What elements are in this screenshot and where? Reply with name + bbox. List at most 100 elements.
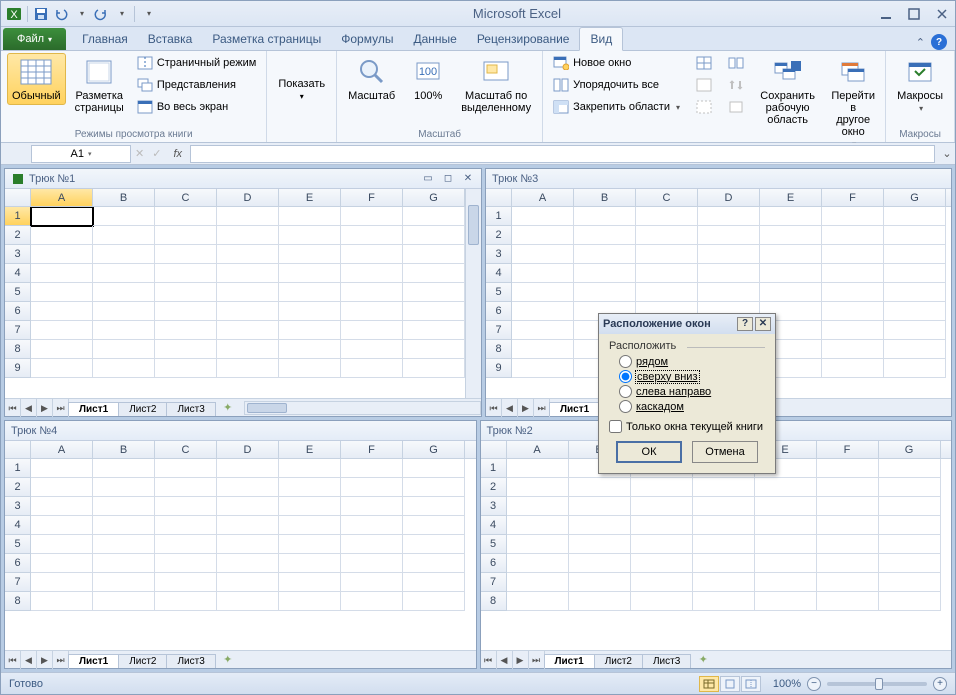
cell[interactable] xyxy=(217,359,279,378)
zoom-button[interactable]: Масштаб xyxy=(343,53,400,105)
page-break-shortcut[interactable] xyxy=(741,676,761,692)
cell[interactable] xyxy=(217,302,279,321)
cell[interactable] xyxy=(884,340,946,359)
cell[interactable] xyxy=(155,226,217,245)
cell[interactable] xyxy=(341,207,403,226)
cell[interactable] xyxy=(755,516,817,535)
cell[interactable] xyxy=(155,302,217,321)
spreadsheet-grid[interactable]: ABCDEFG12345678 xyxy=(5,441,476,650)
cell[interactable] xyxy=(403,478,465,497)
dialog-titlebar[interactable]: Расположение окон ? ✕ xyxy=(599,314,775,334)
new-sheet-button[interactable]: ✦ xyxy=(218,653,238,666)
new-sheet-button[interactable]: ✦ xyxy=(218,401,238,414)
sheet-tab[interactable]: Лист2 xyxy=(118,654,167,668)
zoom-in-button[interactable]: + xyxy=(933,677,947,691)
cell[interactable] xyxy=(507,535,569,554)
sync-scroll-button[interactable] xyxy=(724,75,748,95)
row-header[interactable]: 8 xyxy=(481,592,507,611)
reset-position-button[interactable] xyxy=(724,97,748,117)
cell[interactable] xyxy=(760,226,822,245)
row-header[interactable]: 7 xyxy=(486,321,512,340)
cell[interactable] xyxy=(822,283,884,302)
sheet-tab[interactable]: Лист1 xyxy=(549,402,600,416)
cell[interactable] xyxy=(817,535,879,554)
cell[interactable] xyxy=(155,516,217,535)
workbook-titlebar[interactable]: Трюк №3 xyxy=(486,169,951,189)
row-header[interactable]: 8 xyxy=(486,340,512,359)
column-header[interactable]: F xyxy=(341,441,403,458)
cell[interactable] xyxy=(93,554,155,573)
new-window-button[interactable]: Новое окно xyxy=(549,53,684,73)
arrange-option-radio[interactable]: рядом xyxy=(609,354,765,369)
cell[interactable] xyxy=(155,264,217,283)
cell[interactable] xyxy=(31,535,93,554)
cell[interactable] xyxy=(693,554,755,573)
cell[interactable] xyxy=(884,283,946,302)
cell[interactable] xyxy=(574,283,636,302)
cell[interactable] xyxy=(279,359,341,378)
cell[interactable] xyxy=(93,245,155,264)
column-header[interactable]: A xyxy=(31,189,93,206)
cell[interactable] xyxy=(879,535,941,554)
cell[interactable] xyxy=(155,283,217,302)
cell[interactable] xyxy=(341,497,403,516)
zoom-100-button[interactable]: 100 100% xyxy=(404,53,452,105)
cell[interactable] xyxy=(155,535,217,554)
cell[interactable] xyxy=(760,283,822,302)
cell[interactable] xyxy=(884,359,946,378)
cell[interactable] xyxy=(279,554,341,573)
cell[interactable] xyxy=(279,592,341,611)
column-header[interactable]: A xyxy=(512,189,574,206)
cell[interactable] xyxy=(879,573,941,592)
sheet-nav-prev[interactable]: ◀ xyxy=(497,651,513,669)
row-header[interactable]: 4 xyxy=(486,264,512,283)
row-header[interactable]: 5 xyxy=(5,283,31,302)
cell[interactable] xyxy=(574,264,636,283)
cell[interactable] xyxy=(755,535,817,554)
cell[interactable] xyxy=(879,516,941,535)
cell[interactable] xyxy=(31,321,93,340)
cell[interactable] xyxy=(574,245,636,264)
cell[interactable] xyxy=(279,340,341,359)
cell[interactable] xyxy=(341,283,403,302)
cell[interactable] xyxy=(93,535,155,554)
cell[interactable] xyxy=(569,535,631,554)
cell[interactable] xyxy=(574,226,636,245)
current-workbook-only-checkbox[interactable]: Только окна текущей книги xyxy=(609,414,765,441)
column-header[interactable]: C xyxy=(155,441,217,458)
cell[interactable] xyxy=(155,359,217,378)
cell[interactable] xyxy=(879,478,941,497)
cell[interactable] xyxy=(279,207,341,226)
sheet-tab[interactable]: Лист1 xyxy=(68,402,119,416)
cell[interactable] xyxy=(341,245,403,264)
arrange-option-radio[interactable]: слева направо xyxy=(609,384,765,399)
row-header[interactable]: 6 xyxy=(486,302,512,321)
cell[interactable] xyxy=(217,207,279,226)
cell[interactable] xyxy=(636,226,698,245)
cell[interactable] xyxy=(507,554,569,573)
cell[interactable] xyxy=(341,302,403,321)
cell[interactable] xyxy=(879,497,941,516)
undo-dropdown-icon[interactable] xyxy=(72,5,90,23)
sheet-tab[interactable]: Лист3 xyxy=(166,402,215,416)
sheet-nav-next[interactable]: ▶ xyxy=(37,399,53,417)
custom-views-button[interactable]: Представления xyxy=(133,75,261,95)
spreadsheet-grid[interactable]: ABCDEFG123456789 xyxy=(5,189,465,398)
cell[interactable] xyxy=(817,497,879,516)
sheet-nav-first[interactable]: ⏮ xyxy=(5,399,21,417)
cell[interactable] xyxy=(31,245,93,264)
cell[interactable] xyxy=(93,340,155,359)
sheet-nav-first[interactable]: ⏮ xyxy=(5,651,21,669)
unhide-button[interactable] xyxy=(692,97,716,117)
cell[interactable] xyxy=(512,302,574,321)
cell[interactable] xyxy=(341,516,403,535)
cell[interactable] xyxy=(217,226,279,245)
cell[interactable] xyxy=(512,321,574,340)
cell[interactable] xyxy=(507,592,569,611)
column-header[interactable]: A xyxy=(31,441,93,458)
sheet-tab[interactable]: Лист1 xyxy=(544,654,595,668)
name-box[interactable]: A1 xyxy=(31,145,131,163)
cell[interactable] xyxy=(403,592,465,611)
cell[interactable] xyxy=(817,516,879,535)
cell[interactable] xyxy=(279,516,341,535)
